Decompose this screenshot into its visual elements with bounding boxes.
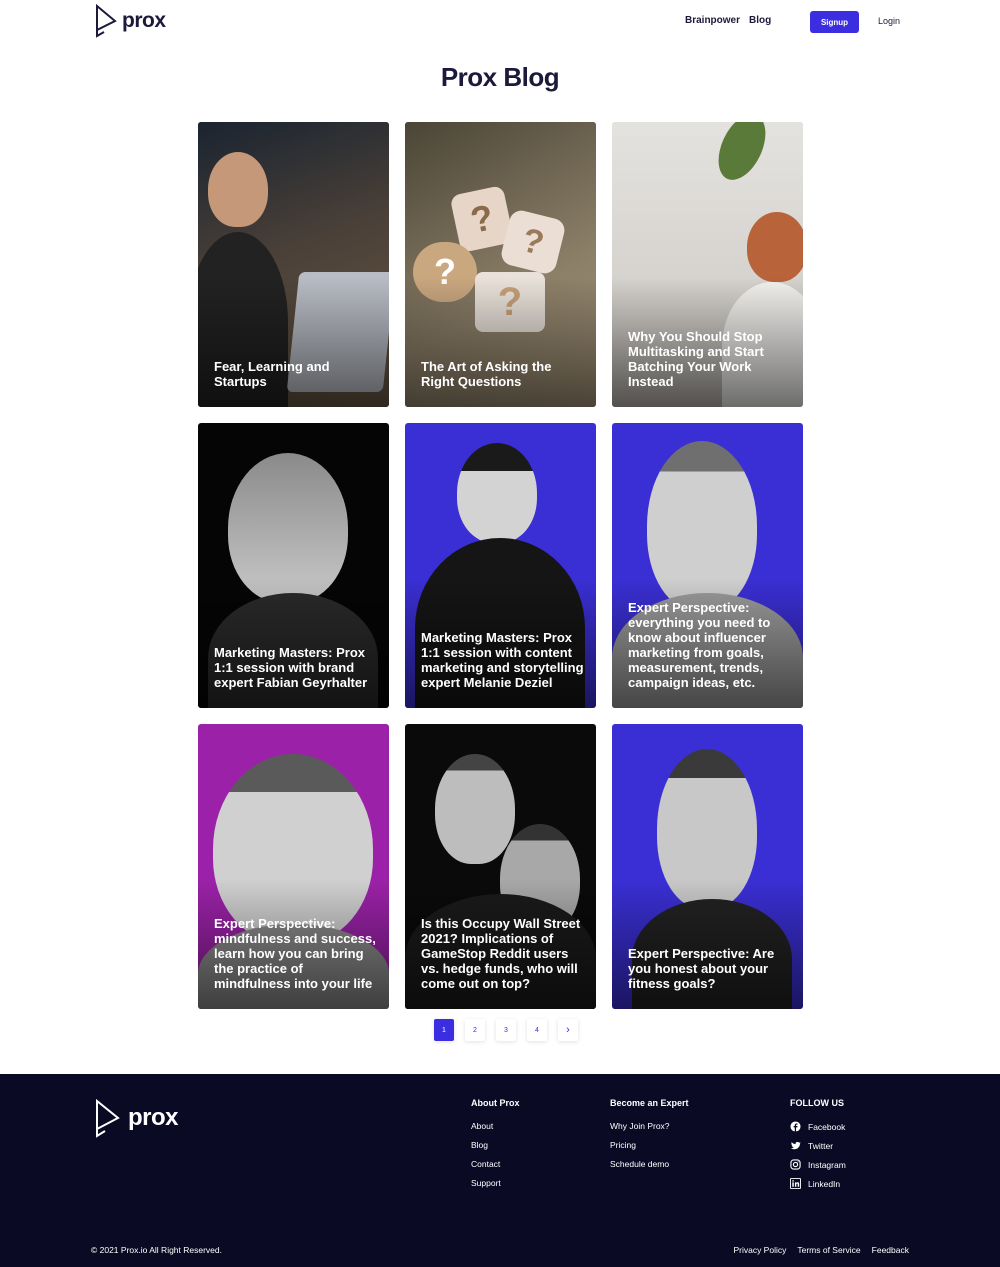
nav-brainpower-link[interactable]: Brainpower [685,15,740,26]
page-button-3[interactable]: 3 [496,1019,516,1041]
site-footer: prox About Prox About Blog Contact Suppo… [0,1074,1000,1267]
blog-card[interactable]: Marketing Masters: Prox 1:1 session with… [198,423,389,708]
footer-logo[interactable]: prox [94,1098,179,1138]
card-title: Fear, Learning and Startups [214,359,330,389]
facebook-label: Facebook [808,1121,846,1132]
copyright-text: © 2021 Prox.io All Right Reserved. [91,1245,222,1255]
footer-support-link[interactable]: Support [471,1178,520,1188]
footer-why-join-link[interactable]: Why Join Prox? [610,1121,689,1131]
card-title: Expert Perspective: Are you honest about… [628,946,775,991]
card-image-figure [747,212,803,282]
footer-pricing-link[interactable]: Pricing [610,1140,689,1150]
instagram-label: Instagram [808,1159,846,1170]
blog-card[interactable]: Is this Occupy Wall Street 2021? Implica… [405,724,596,1009]
card-image-figure [457,443,537,543]
blog-card[interactable]: Fear, Learning and Startups [198,122,389,407]
footer-about-column: About Prox About Blog Contact Support [471,1098,520,1197]
facebook-icon [790,1121,801,1132]
footer-follow-column: FOLLOW US Facebook Twitter Instagram Lin… [790,1098,846,1197]
twitter-link[interactable]: Twitter [790,1140,846,1151]
prox-logo-icon [96,4,117,38]
footer-blog-link[interactable]: Blog [471,1140,520,1150]
nav-blog-link[interactable]: Blog [749,15,771,26]
twitter-label: Twitter [808,1140,834,1151]
facebook-link[interactable]: Facebook [790,1121,846,1132]
card-title: Expert Perspective: everything you need … [628,600,771,690]
instagram-icon [790,1159,801,1170]
linkedin-icon [790,1178,801,1189]
footer-about-heading: About Prox [471,1098,520,1108]
logo-wordmark: prox [122,9,166,32]
footer-expert-heading: Become an Expert [610,1098,689,1108]
footer-logo-wordmark: prox [128,1104,179,1131]
footer-about-link[interactable]: About [471,1121,520,1131]
footer-follow-heading: FOLLOW US [790,1098,844,1108]
footer-schedule-demo-link[interactable]: Schedule demo [610,1159,689,1169]
page-button-4[interactable]: 4 [527,1019,547,1041]
site-header: prox Brainpower Blog Signup Login [0,0,1000,44]
linkedin-link[interactable]: LinkedIn [790,1178,846,1189]
footer-contact-link[interactable]: Contact [471,1159,520,1169]
card-title: Why You Should Stop Multitasking and Sta… [628,329,764,389]
legal-links: Privacy Policy Terms of Service Feedback [733,1245,909,1255]
blog-card[interactable]: Why You Should Stop Multitasking and Sta… [612,122,803,407]
blog-card[interactable]: Expert Perspective: mindfulness and succ… [198,724,389,1009]
page-button-1[interactable]: 1 [434,1019,454,1041]
card-title: The Art of Asking the Right Questions [421,359,552,389]
blog-card[interactable]: ? ? ? ? The Art of Asking the Right Ques… [405,122,596,407]
privacy-policy-link[interactable]: Privacy Policy [733,1245,786,1255]
card-title: Expert Perspective: mindfulness and succ… [214,916,376,991]
card-image-figure [435,754,515,864]
terms-of-service-link[interactable]: Terms of Service [797,1245,860,1255]
header-logo[interactable]: prox [94,4,166,38]
instagram-link[interactable]: Instagram [790,1159,846,1170]
feedback-link[interactable]: Feedback [872,1245,909,1255]
twitter-icon [790,1141,801,1150]
footer-expert-column: Become an Expert Why Join Prox? Pricing … [610,1098,689,1178]
card-title: Marketing Masters: Prox 1:1 session with… [421,630,584,690]
card-image-figure [208,152,268,227]
page-button-2[interactable]: 2 [465,1019,485,1041]
card-title: Is this Occupy Wall Street 2021? Implica… [421,916,581,991]
prox-logo-icon [96,1098,120,1138]
page-title: Prox Blog [440,62,560,92]
signup-button[interactable]: Signup [810,11,859,33]
login-link[interactable]: Login [878,16,900,26]
chevron-right-icon: › [566,1024,570,1036]
pagination: 1 2 3 4 › [434,1019,578,1041]
card-title: Marketing Masters: Prox 1:1 session with… [214,645,368,690]
next-page-button[interactable]: › [558,1019,578,1041]
blog-card[interactable]: Marketing Masters: Prox 1:1 session with… [405,423,596,708]
blog-card[interactable]: Expert Perspective: Are you honest about… [612,724,803,1009]
linkedin-label: LinkedIn [808,1178,841,1189]
blog-card[interactable]: Expert Perspective: everything you need … [612,423,803,708]
